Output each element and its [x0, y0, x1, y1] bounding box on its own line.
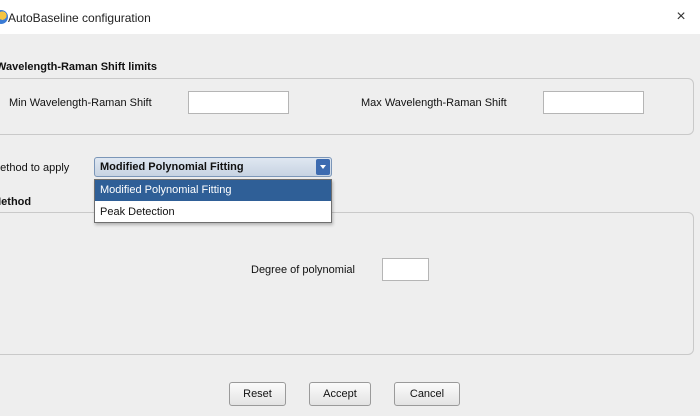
method-option-modified-polynomial[interactable]: Modified Polynomial Fitting [95, 180, 331, 201]
method-combobox[interactable]: Modified Polynomial Fitting [94, 157, 332, 177]
degree-label: Degree of polynomial [251, 264, 355, 276]
limits-section-title: Wavelength-Raman Shift limits [0, 61, 157, 73]
title-bar: AutoBaseline configuration × [0, 0, 700, 34]
method-option-peak-detection[interactable]: Peak Detection [95, 202, 331, 223]
method-select-label: Method to apply [0, 162, 70, 174]
method-group [0, 212, 694, 355]
min-shift-label: Min Wavelength-Raman Shift [9, 97, 152, 109]
accept-button[interactable]: Accept [309, 382, 371, 406]
min-shift-input[interactable] [188, 91, 289, 114]
max-shift-input[interactable] [543, 91, 644, 114]
degree-input[interactable] [382, 258, 429, 281]
method-section-title: Method [0, 196, 32, 208]
chevron-down-icon[interactable] [316, 159, 330, 175]
reset-button[interactable]: Reset [229, 382, 286, 406]
app-logo-icon [0, 10, 8, 24]
method-dropdown-list: Modified Polynomial Fitting Peak Detecti… [94, 179, 332, 223]
close-icon[interactable]: × [670, 6, 692, 28]
cancel-button[interactable]: Cancel [394, 382, 460, 406]
max-shift-label: Max Wavelength-Raman Shift [361, 97, 507, 109]
method-selected-value: Modified Polynomial Fitting [100, 161, 244, 173]
window-title: AutoBaseline configuration [8, 11, 151, 25]
